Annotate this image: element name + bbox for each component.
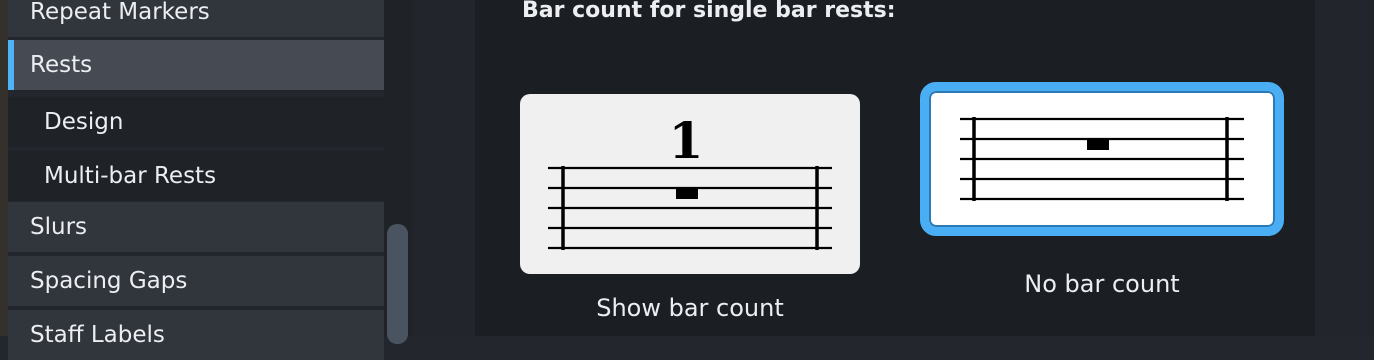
no-bar-count-option[interactable]	[920, 82, 1284, 236]
sidebar-item-multi-bar-rests[interactable]: Multi-bar Rests	[8, 151, 384, 201]
sidebar: Repeat Markers Rests Design Multi-bar Re…	[8, 0, 384, 360]
sidebar-scrollbar[interactable]	[387, 224, 408, 344]
sidebar-item-slurs[interactable]: Slurs	[8, 202, 384, 252]
bar-rest-without-count-illustration	[960, 117, 1244, 201]
whole-rest-icon	[1087, 139, 1109, 150]
bar-count-number: 1	[669, 111, 704, 170]
bar-rest-with-count-illustration: 1	[548, 111, 832, 250]
sidebar-item-spacing-gaps[interactable]: Spacing Gaps	[8, 256, 384, 306]
show-bar-count-option[interactable]: 1	[520, 94, 860, 274]
window-edge	[0, 0, 8, 336]
show-bar-count-label[interactable]: Show bar count	[520, 294, 860, 322]
sidebar-item-design[interactable]: Design	[8, 97, 384, 147]
sidebar-item-repeat-markers[interactable]: Repeat Markers	[8, 0, 384, 37]
sidebar-item-staff-labels[interactable]: Staff Labels	[8, 310, 384, 360]
section-title: Bar count for single bar rests:	[522, 0, 896, 23]
sidebar-item-rests[interactable]: Rests	[8, 40, 384, 90]
whole-rest-icon	[676, 188, 698, 199]
no-bar-count-label[interactable]: No bar count	[920, 270, 1284, 298]
